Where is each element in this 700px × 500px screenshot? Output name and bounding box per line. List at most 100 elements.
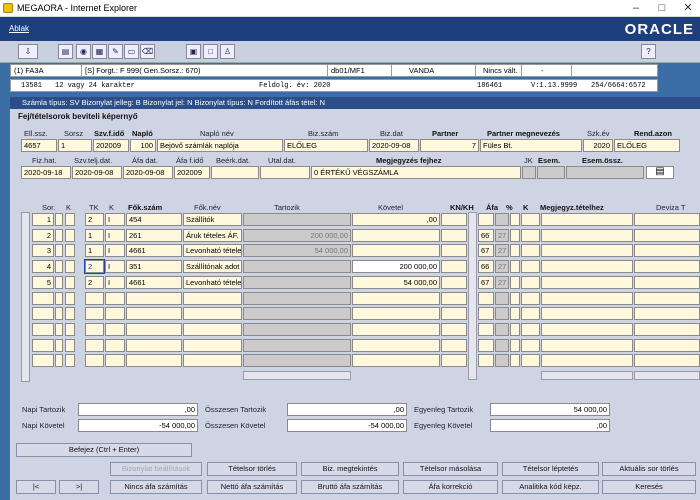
cell-kn-kh[interactable]: [441, 307, 467, 320]
row-k-flag[interactable]: [65, 354, 75, 367]
cell-kovetel[interactable]: ,00: [352, 213, 440, 226]
cell-megjegyz[interactable]: [541, 292, 633, 305]
cell-fok-nev[interactable]: [183, 323, 242, 336]
row-k-flag[interactable]: [65, 307, 75, 320]
megjegyz-horizontal-scrollbar[interactable]: [541, 371, 633, 380]
cell-tk[interactable]: [85, 292, 104, 305]
cell-fok-nev[interactable]: Levonható tétele: [183, 276, 242, 289]
cell-pct[interactable]: 27: [495, 276, 509, 289]
cell-tk[interactable]: 1: [85, 229, 104, 242]
clear-icon[interactable]: ⌫: [140, 44, 155, 59]
cell-fok-szam[interactable]: [126, 307, 182, 320]
cell-k3[interactable]: [510, 339, 520, 352]
cell-megjegyz[interactable]: [541, 307, 633, 320]
cell-kn-kh[interactable]: [441, 323, 467, 336]
cell-kn-kh[interactable]: [441, 354, 467, 367]
row-k-flag[interactable]: [65, 323, 75, 336]
cell-afa[interactable]: [478, 292, 494, 305]
field-szv-telj[interactable]: 2020-09-08: [72, 166, 122, 179]
cell-k[interactable]: [105, 292, 125, 305]
field-biz-szam[interactable]: ELŐLEG: [284, 139, 368, 152]
row-k-flag[interactable]: [65, 276, 75, 289]
cell-fok-szam[interactable]: [126, 292, 182, 305]
row-indicator[interactable]: [55, 292, 63, 305]
cell-extra[interactable]: [521, 307, 540, 320]
cell-fok-szam[interactable]: 4661: [126, 276, 182, 289]
field-ell-ssz[interactable]: 4657: [21, 139, 57, 152]
cell-k3[interactable]: [510, 229, 520, 242]
cell-deviza[interactable]: [634, 307, 700, 320]
cell-fok-nev[interactable]: [183, 339, 242, 352]
cell-deviza[interactable]: [634, 339, 700, 352]
row-indicator[interactable]: [55, 323, 63, 336]
cell-k3[interactable]: [510, 323, 520, 336]
cell-k3[interactable]: [510, 244, 520, 257]
cell-k3[interactable]: [510, 260, 520, 273]
close-button[interactable]: ✕: [676, 0, 700, 17]
tartozik-horizontal-scrollbar[interactable]: [243, 371, 351, 380]
cell-tk[interactable]: [85, 354, 104, 367]
field-sorsz[interactable]: 1: [58, 139, 92, 152]
cell-afa[interactable]: [478, 307, 494, 320]
help-icon[interactable]: ?: [641, 44, 656, 59]
cell-k3[interactable]: [510, 292, 520, 305]
cell-k[interactable]: I: [105, 260, 125, 273]
cell-kovetel[interactable]: [352, 244, 440, 257]
bizonylat-beallitasok-button[interactable]: Bizonylat beállítások: [110, 462, 202, 476]
cell-kovetel[interactable]: 54 000,00: [352, 276, 440, 289]
cell-kn-kh[interactable]: [441, 229, 467, 242]
person-icon[interactable]: ♙: [220, 44, 235, 59]
cell-megjegyz[interactable]: [541, 339, 633, 352]
cell-fok-nev[interactable]: Levonható tétele: [183, 244, 242, 257]
cell-kovetel[interactable]: [352, 292, 440, 305]
cell-fok-szam[interactable]: 261: [126, 229, 182, 242]
cell-fok-szam[interactable]: [126, 339, 182, 352]
cell-tk[interactable]: [85, 323, 104, 336]
cell-k[interactable]: I: [105, 276, 125, 289]
help-circle-icon[interactable]: ◉: [76, 44, 91, 59]
maximize-button[interactable]: □: [650, 0, 674, 17]
field-partner[interactable]: 7: [420, 139, 479, 152]
cell-tartozik[interactable]: 54 000,00: [243, 244, 351, 257]
cell-tartozik[interactable]: [243, 260, 351, 273]
cell-kovetel[interactable]: [352, 307, 440, 320]
cell-tartozik[interactable]: [243, 354, 351, 367]
cell-kn-kh[interactable]: [441, 213, 467, 226]
cell-extra[interactable]: [521, 339, 540, 352]
cell-megjegyz[interactable]: [541, 276, 633, 289]
row-indicator[interactable]: [55, 339, 63, 352]
cell-fok-nev[interactable]: [183, 354, 242, 367]
document-icon[interactable]: ▦: [92, 44, 107, 59]
row-indicator[interactable]: [55, 307, 63, 320]
cell-tartozik[interactable]: [243, 339, 351, 352]
cell-deviza[interactable]: [634, 229, 700, 242]
print-icon[interactable]: ▤: [58, 44, 73, 59]
cell-pct[interactable]: [495, 307, 509, 320]
edit-icon[interactable]: ✎: [108, 44, 123, 59]
row-indicator[interactable]: [55, 260, 63, 273]
cell-megjegyz[interactable]: [541, 323, 633, 336]
cell-tk[interactable]: 2: [85, 276, 104, 289]
minimize-button[interactable]: –: [624, 0, 648, 17]
cell-extra[interactable]: [521, 276, 540, 289]
cell-afa[interactable]: 67: [478, 244, 494, 257]
blank-page-icon[interactable]: □: [203, 44, 218, 59]
cell-fok-nev[interactable]: Szállítók: [183, 213, 242, 226]
first-record-button[interactable]: |<: [16, 480, 56, 494]
cell-kovetel[interactable]: [352, 354, 440, 367]
row-indicator[interactable]: [55, 276, 63, 289]
cell-deviza[interactable]: [634, 213, 700, 226]
cell-afa[interactable]: [478, 339, 494, 352]
cell-kn-kh[interactable]: [441, 244, 467, 257]
cell-k3[interactable]: [510, 276, 520, 289]
cell-kn-kh[interactable]: [441, 260, 467, 273]
tetelsor-torles-button[interactable]: Tételsor törlés: [207, 462, 297, 476]
row-indicator[interactable]: [55, 244, 63, 257]
row-k-flag[interactable]: [65, 213, 75, 226]
cell-k[interactable]: I: [105, 244, 125, 257]
cell-extra[interactable]: [521, 323, 540, 336]
cell-fok-nev[interactable]: Áruk tételes ÁF.: [183, 229, 242, 242]
cell-kovetel[interactable]: [352, 229, 440, 242]
kereses-button[interactable]: Keresés: [602, 480, 696, 494]
cell-tk[interactable]: [85, 339, 104, 352]
